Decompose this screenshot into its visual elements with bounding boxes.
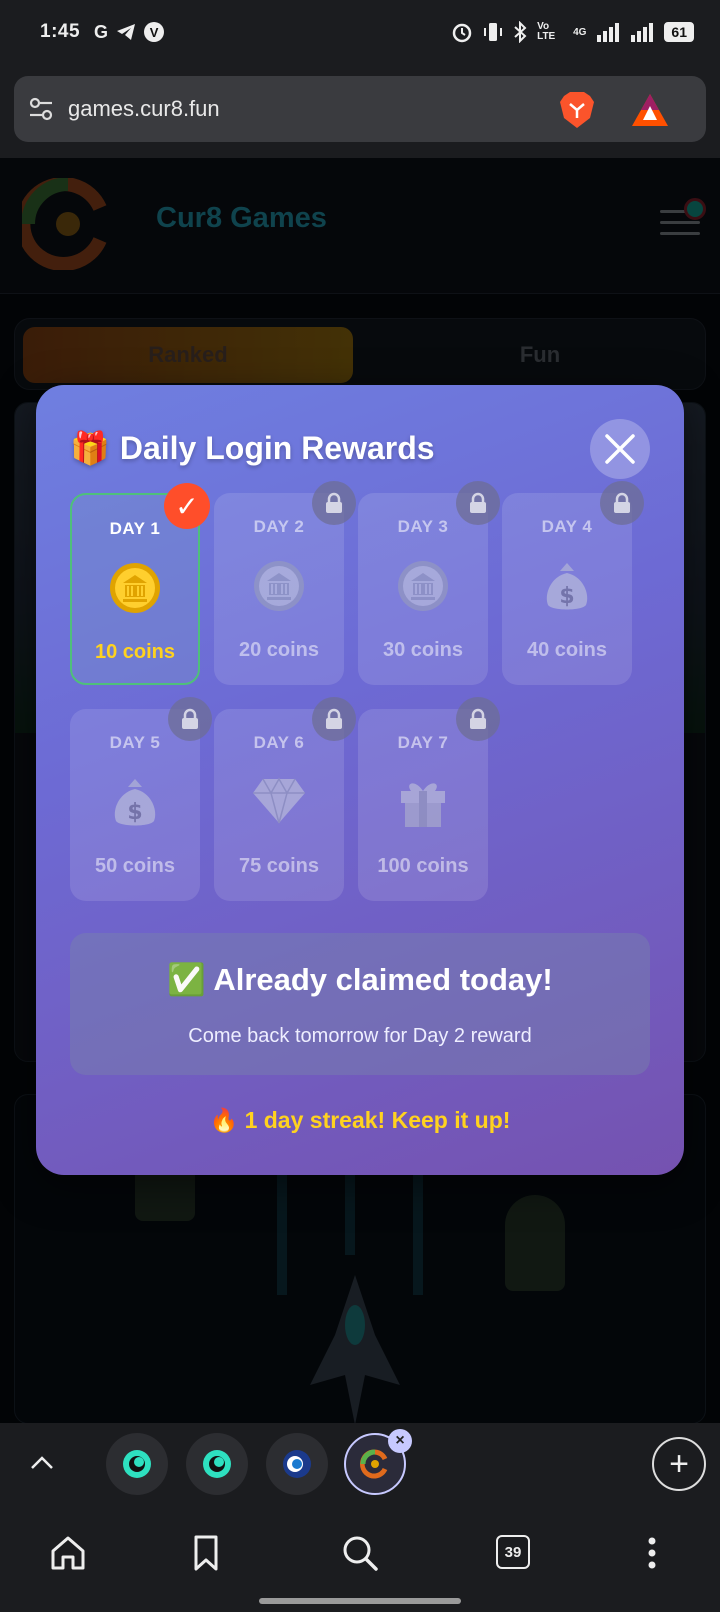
vibrate-icon — [484, 23, 503, 41]
battery-icon: 61 — [664, 22, 694, 42]
day-label: DAY 5 — [109, 733, 161, 752]
claimed-subtitle: Come back tomorrow for Day 2 reward — [188, 1025, 532, 1047]
modal-title-text: Daily Login Rewards — [119, 429, 435, 466]
close-tab-icon[interactable]: × — [388, 1429, 412, 1453]
day-label: DAY 4 — [541, 517, 593, 536]
modal-title: 🎁 Daily Login Rewards — [70, 429, 435, 467]
diamond-icon — [214, 775, 344, 833]
day-card-1[interactable]: ✓ DAY 1 10 coins — [70, 483, 210, 685]
new-tab-button[interactable]: + — [652, 1437, 706, 1491]
silver-coin-icon — [358, 559, 488, 617]
day-label: DAY 1 — [109, 519, 161, 538]
day-card-3[interactable]: DAY 3 30 coins — [358, 481, 500, 685]
day-card-4[interactable]: DAY 4 $ 40 coins — [502, 481, 644, 685]
tab-favicon-icon — [283, 1450, 311, 1478]
volte-label: Vo LTE — [537, 21, 556, 42]
status-bar: 1:45 G V Vo LTE 4G 61 — [0, 0, 720, 64]
streak-text: 🔥 1 day streak! Keep it up! — [209, 1107, 511, 1133]
gift-emoji-icon: 🎁 — [70, 430, 110, 466]
reward-amount: 30 coins — [382, 639, 464, 661]
gift-icon — [358, 775, 488, 833]
claimed-title: ✅ Already claimed today! — [167, 962, 553, 997]
signal-icon-2 — [631, 23, 654, 42]
money-bag-icon: $ — [70, 775, 200, 833]
tab-thumbnail[interactable] — [266, 1433, 328, 1495]
svg-text:$: $ — [559, 584, 574, 609]
site-settings-icon[interactable] — [28, 96, 54, 122]
home-icon[interactable] — [48, 1533, 88, 1573]
alarm-icon — [452, 23, 472, 43]
day-label: DAY 6 — [253, 733, 305, 752]
tab-thumbnail[interactable] — [186, 1433, 248, 1495]
bluetooth-icon — [514, 21, 527, 43]
day-card-2[interactable]: DAY 2 20 coins — [214, 481, 356, 685]
close-button[interactable] — [590, 419, 650, 479]
chevron-up-icon[interactable] — [28, 1449, 56, 1477]
tab-favicon-icon — [123, 1450, 151, 1478]
day-label: DAY 2 — [253, 517, 305, 536]
tab-count-button[interactable]: 39 — [496, 1535, 530, 1569]
google-icon: G — [94, 21, 109, 42]
tab-favicon-icon — [203, 1450, 231, 1478]
daily-rewards-modal: 🎁 Daily Login Rewards ✓ DAY 1 10 coins D… — [36, 385, 684, 1175]
claimed-status-box: ✅ Already claimed today! Come back tomor… — [70, 933, 650, 1075]
bookmark-icon[interactable] — [186, 1533, 226, 1573]
signal-icon — [597, 23, 620, 42]
search-icon[interactable] — [340, 1533, 380, 1573]
address-bar[interactable]: games.cur8.fun — [14, 76, 706, 142]
reward-amount: 100 coins — [377, 855, 469, 877]
svg-text:$: $ — [127, 800, 142, 825]
reward-amount: 40 coins — [526, 639, 608, 661]
browser-toolbar: games.cur8.fun — [0, 64, 720, 158]
silver-coin-icon — [214, 559, 344, 617]
cur8-favicon-icon — [360, 1449, 388, 1479]
day-card-5[interactable]: DAY 5 $ 50 coins — [70, 697, 212, 901]
url-text: games.cur8.fun — [68, 96, 220, 121]
bottom-nav: 39 — [0, 1505, 720, 1612]
brave-rewards-icon[interactable] — [630, 92, 670, 128]
close-icon[interactable] — [590, 419, 650, 479]
tab-thumbnail[interactable] — [106, 1433, 168, 1495]
gold-coin-icon — [72, 561, 198, 619]
active-tab-thumbnail[interactable]: × — [344, 1429, 412, 1495]
network-label: 4G — [573, 26, 587, 38]
status-time: 1:45 — [40, 21, 81, 42]
day-card-7[interactable]: DAY 7 100 coins — [358, 697, 500, 901]
v-app-icon: V — [144, 22, 165, 42]
more-menu-icon[interactable] — [632, 1533, 672, 1573]
reward-amount: 10 coins — [94, 641, 176, 663]
reward-amount: 50 coins — [94, 855, 176, 877]
brave-shields-icon[interactable] — [558, 90, 596, 130]
reward-amount: 75 coins — [238, 855, 320, 877]
day-label: DAY 7 — [397, 733, 449, 752]
day-label: DAY 3 — [397, 517, 449, 536]
day-card-6[interactable]: DAY 6 75 coins — [214, 697, 356, 901]
telegram-icon — [117, 24, 136, 40]
reward-amount: 20 coins — [238, 639, 320, 661]
money-bag-icon: $ — [502, 559, 632, 617]
tab-strip: × + — [0, 1423, 720, 1505]
gesture-bar[interactable] — [259, 1598, 461, 1604]
